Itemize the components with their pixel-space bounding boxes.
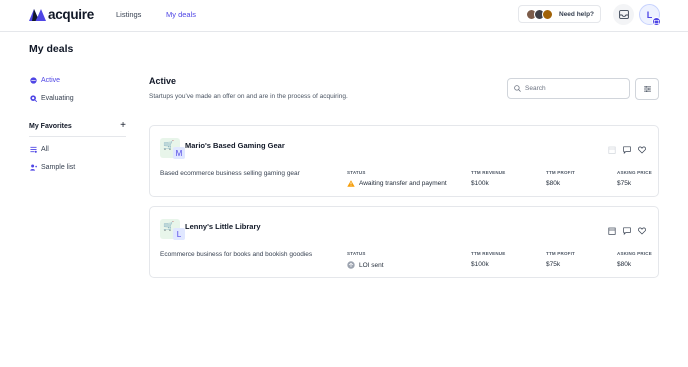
message-icon[interactable] — [623, 141, 631, 155]
acquire-logo[interactable]: acquire — [29, 8, 94, 22]
favorites-header: My Favorites + — [29, 121, 126, 137]
revenue-header: TTM REVENUE — [471, 170, 506, 175]
inbox-button[interactable] — [613, 4, 634, 25]
heart-icon[interactable] — [638, 141, 646, 154]
need-help-label: Need help? — [559, 10, 595, 18]
status-column: STATUS Awaiting transfer and payment — [347, 170, 447, 187]
evaluating-icon — [30, 95, 37, 102]
sidebar-item-evaluating[interactable]: Evaluating — [30, 95, 74, 102]
filter-icon — [643, 86, 651, 92]
sidebar-item-sample-list[interactable]: Sample list — [30, 164, 75, 171]
top-navbar: acquire Listings My deals Need help? L — [0, 0, 688, 32]
add-favorite-list-button[interactable]: + — [120, 121, 126, 131]
archive-icon[interactable] — [608, 141, 616, 154]
price-value: $75k — [617, 180, 632, 187]
user-list-icon — [30, 164, 37, 171]
filter-button[interactable] — [635, 78, 659, 100]
need-help-button[interactable]: Need help? — [518, 5, 601, 23]
nav-my-deals[interactable]: My deals — [166, 10, 196, 20]
section-subtitle: Startups you've made an offer on and are… — [149, 93, 348, 100]
status-header: STATUS — [347, 251, 366, 256]
sidebar-item-active[interactable]: Active — [30, 77, 60, 84]
favorites-label: My Favorites — [29, 123, 72, 130]
warning-icon — [347, 180, 355, 187]
deal-description: Ecommerce business for books and bookish… — [160, 251, 313, 258]
deal-logo-letter: L — [173, 228, 185, 240]
profit-column: TTM PROFIT $80k — [546, 170, 575, 187]
search-box[interactable] — [507, 78, 630, 99]
deal-actions — [608, 222, 646, 236]
deal-logo-letter: M — [173, 147, 185, 159]
revenue-column: TTM REVENUE $100k — [471, 170, 505, 187]
deal-card[interactable]: 🛒 M Mario's Based Gaming Gear Based ecom… — [149, 125, 659, 197]
deal-name[interactable]: Lenny's Little Library — [185, 222, 261, 231]
deal-description: Based ecommerce business selling gaming … — [160, 170, 300, 177]
revenue-value: $100k — [471, 261, 489, 268]
price-header: ASKING PRICE — [617, 251, 652, 256]
search-input[interactable] — [525, 85, 625, 92]
sidebar-item-label: Evaluating — [41, 95, 74, 102]
search-icon — [514, 85, 521, 92]
status-value: Awaiting transfer and payment — [347, 180, 447, 187]
message-icon[interactable] — [623, 222, 631, 236]
inbox-icon — [618, 10, 629, 19]
sidebar-item-label: Active — [41, 77, 61, 84]
status-text: LOI sent — [359, 261, 384, 269]
sidebar-item-label: Sample list — [41, 164, 76, 171]
support-avatars — [526, 8, 553, 20]
profit-header: TTM PROFIT — [546, 170, 575, 175]
deal-logo: 🛒 L — [160, 219, 185, 240]
revenue-header: TTM REVENUE — [471, 251, 506, 256]
avatar — [542, 8, 553, 20]
deal-actions — [608, 141, 646, 155]
profit-header: TTM PROFIT — [546, 251, 575, 256]
status-header: STATUS — [347, 170, 366, 175]
heart-icon[interactable] — [638, 222, 646, 235]
section-title: Active — [149, 76, 177, 86]
archive-icon[interactable] — [608, 222, 616, 235]
page-title: My deals — [29, 43, 74, 55]
nav-listings[interactable]: Listings — [116, 10, 141, 20]
deal-card[interactable]: 🛒 L Lenny's Little Library Ecommerce bus… — [149, 206, 659, 278]
revenue-value: $100k — [471, 180, 489, 187]
list-icon — [30, 146, 37, 153]
deal-logo: 🛒 M — [160, 138, 185, 159]
logo-mark-icon — [29, 9, 46, 21]
profit-column: TTM PROFIT $75k — [546, 251, 575, 268]
sidebar-item-all[interactable]: All — [30, 146, 49, 153]
price-header: ASKING PRICE — [617, 170, 652, 175]
logo-text: acquire — [48, 7, 94, 22]
revenue-column: TTM REVENUE $100k — [471, 251, 505, 268]
user-badge-icon — [652, 17, 661, 26]
profit-value: $75k — [546, 261, 561, 268]
active-icon — [30, 77, 37, 84]
profit-value: $80k — [546, 180, 561, 187]
loi-sent-icon — [347, 261, 355, 269]
status-column: STATUS LOI sent — [347, 251, 384, 269]
status-value: LOI sent — [347, 261, 384, 269]
price-column: ASKING PRICE $80k — [617, 251, 652, 268]
status-text: Awaiting transfer and payment — [359, 180, 447, 187]
price-column: ASKING PRICE $75k — [617, 170, 652, 187]
sidebar-item-label: All — [41, 146, 49, 153]
deal-name[interactable]: Mario's Based Gaming Gear — [185, 141, 285, 150]
price-value: $80k — [617, 261, 632, 268]
